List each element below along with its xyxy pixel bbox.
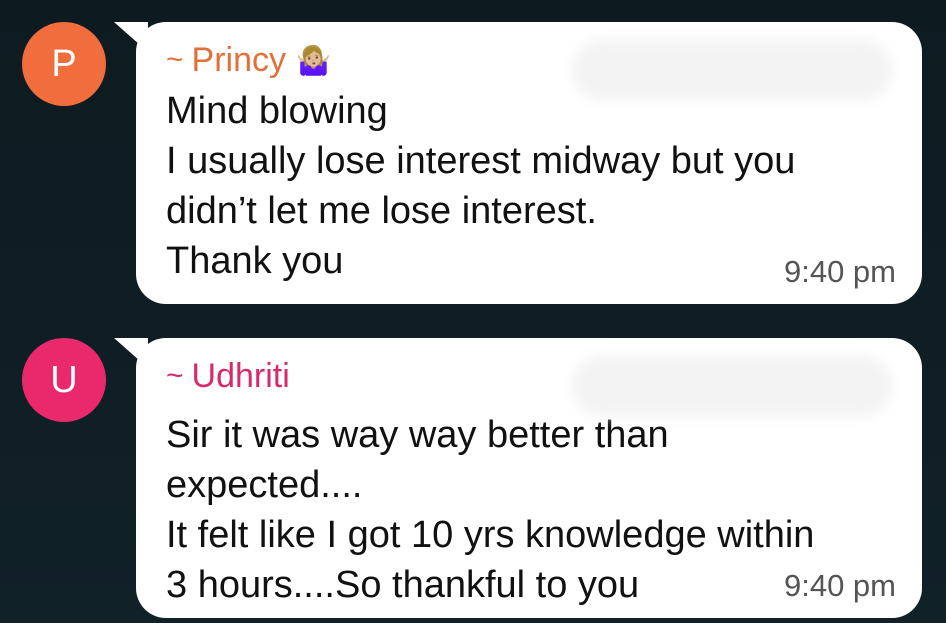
sender-prefix: ~ (166, 359, 184, 392)
message-line: didn’t let me lose interest. (166, 190, 597, 232)
message-bubble[interactable]: ~ Udhriti Sir it was way way better than… (114, 338, 922, 618)
message-bubble[interactable]: ~ Princy 🤷🏼‍♀️ Mind blowing I usually lo… (114, 22, 922, 304)
redacted-phone-number (572, 40, 892, 100)
avatar[interactable]: P (22, 22, 106, 106)
message-line: I usually lose interest midway but you (166, 140, 796, 182)
avatar[interactable]: U (22, 338, 106, 422)
redacted-phone-number (572, 356, 892, 416)
message-line: expected.... (166, 464, 363, 506)
shrug-emoji-icon: 🤷🏼‍♀️ (296, 44, 331, 76)
sender-name[interactable]: Princy (192, 41, 286, 80)
sender-prefix: ~ (166, 43, 184, 76)
message-line: Sir it was way way better than (166, 414, 669, 456)
message-line: It felt like I got 10 yrs knowledge with… (166, 514, 815, 556)
message-timestamp: 9:40 pm (783, 568, 896, 603)
sender-name[interactable]: Udhriti (192, 357, 290, 396)
message-timestamp: 9:40 pm (783, 254, 896, 289)
